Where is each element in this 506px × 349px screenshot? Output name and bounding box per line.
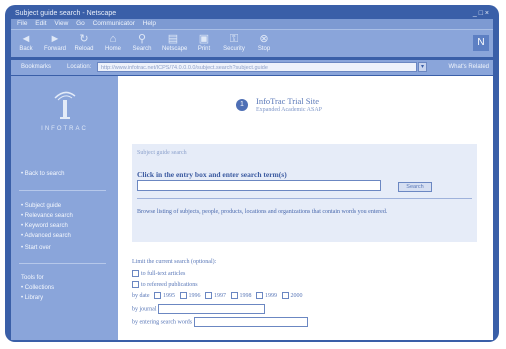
url-field[interactable]: http://www.infotrac.net/ICPS/74.0.0.0.0/… xyxy=(97,62,417,72)
whats-related-button[interactable]: What's Related xyxy=(449,64,490,70)
fulltext-label: to full-text articles xyxy=(141,270,186,277)
forward-label: Forward xyxy=(44,46,67,52)
print-button[interactable]: ▣ Print xyxy=(193,32,215,52)
reload-label: Reload xyxy=(74,46,94,52)
navigation-toolbar: ◄ Back ► Forward ↻ Reload ⌂ Home ⚲ Searc… xyxy=(11,29,493,58)
title-bar: Subject guide search - Netscape _ □ × xyxy=(11,8,493,19)
menu-help[interactable]: Help xyxy=(143,20,156,27)
year-checkbox[interactable] xyxy=(154,292,161,299)
search-panel: Subject guide search Click in the entry … xyxy=(132,144,477,242)
sidebar-item-relevance-search[interactable]: Relevance search xyxy=(21,213,73,219)
reload-icon: ↻ xyxy=(79,33,89,45)
home-icon: ⌂ xyxy=(109,33,117,45)
year-label: 1995 xyxy=(163,292,175,299)
journal-option: by journal xyxy=(132,304,265,314)
menu-file[interactable]: File xyxy=(17,20,27,27)
page-subtitle: Expanded Academic ASAP xyxy=(256,107,322,113)
menu-view[interactable]: View xyxy=(54,20,68,27)
netscape-logo-icon: N xyxy=(473,35,489,51)
limit-heading: Limit the current search (optional): xyxy=(132,259,217,265)
page-title: InfoTrac Trial Site xyxy=(256,96,319,106)
security-icon: ⚿ xyxy=(229,33,239,45)
year-checkbox[interactable] xyxy=(281,292,289,299)
search-instruction: Click in the entry box and enter search … xyxy=(137,170,287,179)
print-icon: ▣ xyxy=(198,33,210,45)
netscape-icon: ▤ xyxy=(167,33,179,45)
info-badge: 1 xyxy=(236,99,248,111)
menu-communicator[interactable]: Communicator xyxy=(93,20,135,27)
year-checkbox[interactable] xyxy=(256,292,263,299)
year-checkbox[interactable] xyxy=(205,292,212,299)
date-label: by date xyxy=(132,292,150,299)
window-controls[interactable]: _ □ × xyxy=(473,8,489,19)
year-checkbox[interactable] xyxy=(179,292,187,299)
bookmarks-button[interactable]: Bookmarks xyxy=(21,64,51,70)
forward-button[interactable]: ► Forward xyxy=(44,32,66,52)
search-icon: ⚲ xyxy=(137,33,147,45)
netscape-label: Netscape xyxy=(162,46,188,52)
journal-input[interactable] xyxy=(158,304,265,314)
back-label: Back xyxy=(19,46,33,52)
fulltext-option: to full-text articles xyxy=(132,270,185,277)
panel-heading: Subject guide search xyxy=(137,150,187,156)
back-button[interactable]: ◄ Back xyxy=(15,32,37,52)
stop-button[interactable]: ⊗ Stop xyxy=(253,32,275,52)
menu-edit[interactable]: Edit xyxy=(35,20,46,27)
url-dropdown-icon[interactable]: ▾ xyxy=(418,62,427,72)
security-button[interactable]: ⚿ Security xyxy=(223,32,245,52)
search-button[interactable]: ⚲ Search xyxy=(131,32,153,52)
year-label: 2000 xyxy=(290,292,303,299)
home-button[interactable]: ⌂ Home xyxy=(102,32,124,52)
words-input[interactable] xyxy=(193,317,308,327)
search-submit-button[interactable]: Search xyxy=(398,182,432,192)
year-label: 1997 xyxy=(214,292,226,299)
stop-icon: ⊗ xyxy=(259,33,269,45)
year-label: 1996 xyxy=(188,292,201,299)
panel-divider xyxy=(137,198,472,199)
refereed-label: to refereed publications xyxy=(141,281,198,288)
infotrac-logo-icon xyxy=(54,91,76,119)
netscape-button[interactable]: ▤ Netscape xyxy=(162,32,188,52)
fulltext-checkbox[interactable] xyxy=(132,270,139,277)
words-label: by entering search words xyxy=(132,319,193,326)
year-checkbox[interactable] xyxy=(230,292,238,299)
stop-label: Stop xyxy=(257,46,271,52)
back-arrow-icon: ◄ xyxy=(20,33,32,45)
home-label: Home xyxy=(104,46,121,52)
refereed-option: to refereed publications xyxy=(132,281,198,288)
date-option: by date 1995 1996 1997 1998 1999 2000 xyxy=(132,292,303,299)
sidebar-item-collections[interactable]: Collections xyxy=(21,285,54,291)
back-to-search-link[interactable]: Back to search xyxy=(21,171,65,177)
menu-bar: File Edit View Go Communicator Help xyxy=(11,19,493,29)
main-content: 1 InfoTrac Trial Site Expanded Academic … xyxy=(118,76,493,340)
reload-button[interactable]: ↻ Reload xyxy=(73,32,95,52)
sidebar-divider xyxy=(19,190,106,191)
refereed-checkbox[interactable] xyxy=(132,281,139,288)
location-bar: Bookmarks Location: http://www.infotrac.… xyxy=(11,60,493,75)
sidebar-item-subject-guide[interactable]: Subject guide xyxy=(21,203,61,209)
sidebar-item-library[interactable]: Library xyxy=(21,295,43,301)
sidebar-item-keyword-search[interactable]: Keyword search xyxy=(21,223,68,229)
location-label: Location: xyxy=(67,64,92,70)
search-description: Browse listing of subjects, people, prod… xyxy=(137,209,388,215)
sidebar: INFOTRAC Back to search Subject guide Re… xyxy=(11,76,118,340)
year-label: 1999 xyxy=(265,292,277,299)
print-label: Print xyxy=(197,46,211,52)
forward-arrow-icon: ► xyxy=(49,33,61,45)
search-label: Search xyxy=(132,46,152,52)
tools-label: Tools for xyxy=(21,275,44,281)
sidebar-item-advanced-search[interactable]: Advanced search xyxy=(21,233,70,239)
browser-window: Subject guide search - Netscape _ □ × Fi… xyxy=(5,5,499,342)
words-option: by entering search words xyxy=(132,317,308,327)
sidebar-divider xyxy=(19,263,106,264)
menu-go[interactable]: Go xyxy=(76,20,85,27)
year-label: 1998 xyxy=(239,292,252,299)
sidebar-item-start-over[interactable]: Start over xyxy=(21,245,51,251)
journal-label: by journal xyxy=(132,306,157,313)
logo-text: INFOTRAC xyxy=(41,126,88,132)
window-title: Subject guide search - Netscape xyxy=(15,10,117,17)
security-label: Security xyxy=(223,46,245,52)
search-input[interactable] xyxy=(137,180,381,191)
